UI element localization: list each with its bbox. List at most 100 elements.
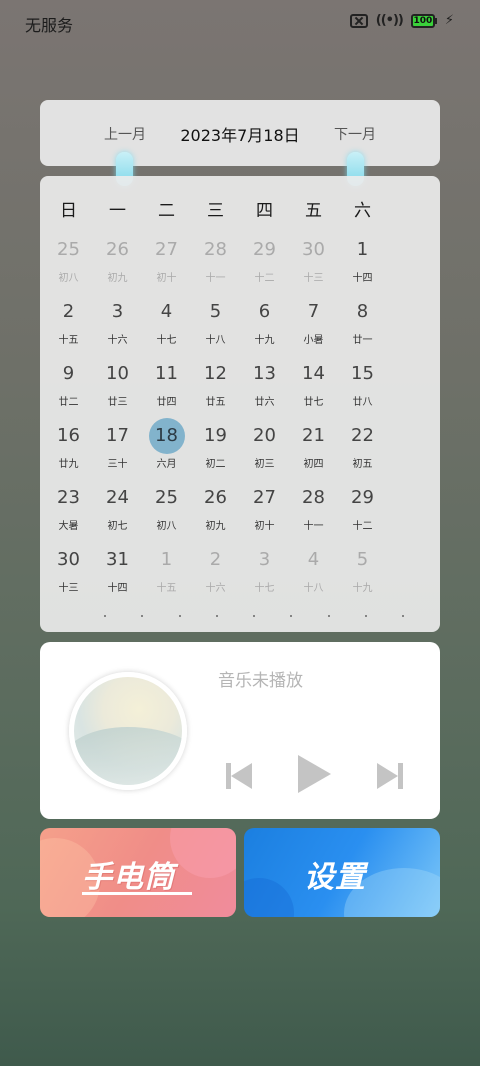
calendar-day[interactable]: 31 十四 — [93, 548, 142, 610]
calendar-day[interactable]: 27 初十 — [240, 486, 289, 548]
calendar-day[interactable]: 5 十八 — [191, 300, 240, 362]
day-number: 13 — [253, 363, 276, 384]
lunar-date: 十五 — [156, 583, 177, 594]
calendar-day[interactable]: 4 十七 — [142, 300, 191, 362]
day-number: 7 — [307, 301, 320, 322]
calendar-day[interactable]: 24 初七 — [93, 486, 142, 548]
calendar-day[interactable]: 8 廿一 — [338, 300, 387, 362]
calendar-day[interactable]: 3 十七 — [240, 548, 289, 610]
calendar-day[interactable]: 19 初二 — [191, 424, 240, 486]
lunar-date: 十三 — [58, 583, 79, 594]
calendar-day[interactable]: 15 廿八 — [338, 362, 387, 424]
lunar-date: 大暑 — [58, 521, 79, 532]
calendar-week-row: 30 十三 31 十四 1 十五 2 十六 3 十七 4 十八 5 十九 — [44, 548, 436, 610]
lunar-date: 十九 — [352, 583, 373, 594]
calendar-week-row: 16 廿九 17 三十 18 六月 19 初二 20 初三 21 初四 22 初五 — [44, 418, 436, 486]
lunar-date: 十八 — [205, 335, 226, 346]
weekday-label: 四 — [256, 201, 273, 221]
calendar-day[interactable]: 11 廿四 — [142, 362, 191, 424]
calendar-day[interactable]: 10 廿三 — [93, 362, 142, 424]
play-icon[interactable] — [296, 754, 332, 794]
calendar-day[interactable]: 17 三十 — [93, 424, 142, 486]
calendar-day[interactable]: 4 十八 — [289, 548, 338, 610]
day-number: 16 — [57, 425, 80, 446]
calendar-day[interactable]: 29 十二 — [240, 238, 289, 300]
weekday-label: 六 — [354, 201, 371, 221]
calendar-day[interactable]: 25 初八 — [44, 238, 93, 300]
music-status: 音乐未播放 — [218, 671, 303, 691]
dot — [215, 615, 218, 617]
calendar-day[interactable]: 30 十三 — [44, 548, 93, 610]
calendar-day[interactable]: 9 廿二 — [44, 362, 93, 424]
calendar-day[interactable]: 21 初四 — [289, 424, 338, 486]
lunar-date: 初九 — [205, 521, 226, 532]
date-title: 2023年7月18日 — [180, 126, 300, 145]
lunar-date: 廿三 — [107, 397, 128, 408]
calendar-day-today[interactable]: 18 六月 — [142, 418, 191, 486]
lunar-date: 廿二 — [58, 397, 79, 408]
lunar-date: 初四 — [303, 459, 324, 470]
next-icon[interactable] — [377, 762, 403, 790]
lunar-date: 十六 — [107, 335, 128, 346]
calendar-day[interactable]: 26 初九 — [93, 238, 142, 300]
calendar-day[interactable]: 28 十一 — [191, 238, 240, 300]
torch-label: 手电筒 — [82, 860, 175, 895]
calendar-day[interactable]: 20 初三 — [240, 424, 289, 486]
calendar-day[interactable]: 1 十四 — [338, 238, 387, 300]
calendar-day[interactable]: 7 小暑 — [289, 300, 338, 362]
lunar-date: 十九 — [254, 335, 275, 346]
calendar-day[interactable]: 30 十三 — [289, 238, 338, 300]
lunar-date: 小暑 — [303, 335, 324, 346]
calendar-day[interactable]: 14 廿七 — [289, 362, 338, 424]
day-number: 11 — [155, 363, 178, 384]
day-number: 10 — [106, 363, 129, 384]
calendar-day[interactable]: 23 大暑 — [44, 486, 93, 548]
lunar-date: 初八 — [58, 273, 79, 284]
calendar-day[interactable]: 26 初九 — [191, 486, 240, 548]
calendar-week-row: 25 初八 26 初九 27 初十 28 十一 29 十二 30 十三 1 十四 — [44, 238, 436, 300]
torch-button[interactable]: 手电筒 — [40, 828, 236, 917]
calendar-day[interactable]: 2 十六 — [191, 548, 240, 610]
calendar-day[interactable]: 13 廿六 — [240, 362, 289, 424]
calendar-day[interactable]: 22 初五 — [338, 424, 387, 486]
next-month-button[interactable]: 下一月 — [334, 124, 376, 144]
lunar-date: 初七 — [107, 521, 128, 532]
day-number: 31 — [106, 549, 129, 570]
lunar-date: 初九 — [107, 273, 128, 284]
day-number: 19 — [204, 425, 227, 446]
calendar-day[interactable]: 6 十九 — [240, 300, 289, 362]
day-number: 5 — [356, 549, 369, 570]
calendar-day[interactable]: 12 廿五 — [191, 362, 240, 424]
calendar-day[interactable]: 27 初十 — [142, 238, 191, 300]
lunar-date: 廿九 — [58, 459, 79, 470]
previous-icon[interactable] — [226, 762, 252, 790]
month-nav-card: 上一月 2023年7月18日 下一月 — [40, 100, 440, 166]
battery-icon: 100 — [410, 13, 437, 28]
day-number: 29 — [253, 239, 276, 260]
day-number: 1 — [356, 239, 369, 260]
day-number: 18 — [155, 425, 178, 446]
calendar-day[interactable]: 1 十五 — [142, 548, 191, 610]
settings-button[interactable]: 设置 — [244, 828, 440, 917]
lunar-date: 十七 — [156, 335, 177, 346]
lunar-date: 廿五 — [205, 397, 226, 408]
day-number: 24 — [106, 487, 129, 508]
calendar-day[interactable]: 3 十六 — [93, 300, 142, 362]
calendar-grid: 25 初八 26 初九 27 初十 28 十一 29 十二 30 十三 1 十四 2 十五 3 十六 4 十七 5 十八 6… — [44, 238, 436, 610]
weekday-label: 三 — [207, 201, 224, 221]
album-art[interactable] — [69, 672, 187, 790]
day-number: 9 — [62, 363, 75, 384]
lunar-date: 十六 — [205, 583, 226, 594]
calendar-day[interactable]: 2 十五 — [44, 300, 93, 362]
calendar-day[interactable]: 29 十二 — [338, 486, 387, 548]
calendar-day[interactable]: 16 廿九 — [44, 424, 93, 486]
calendar-day[interactable]: 25 初八 — [142, 486, 191, 548]
dot — [141, 615, 144, 617]
lunar-date: 十三 — [303, 273, 324, 284]
lunar-date: 十一 — [303, 521, 324, 532]
carrier-label: 无服务 — [25, 16, 74, 35]
lunar-date: 初二 — [205, 459, 226, 470]
day-number: 14 — [302, 363, 325, 384]
calendar-day[interactable]: 28 十一 — [289, 486, 338, 548]
calendar-day[interactable]: 5 十九 — [338, 548, 387, 610]
